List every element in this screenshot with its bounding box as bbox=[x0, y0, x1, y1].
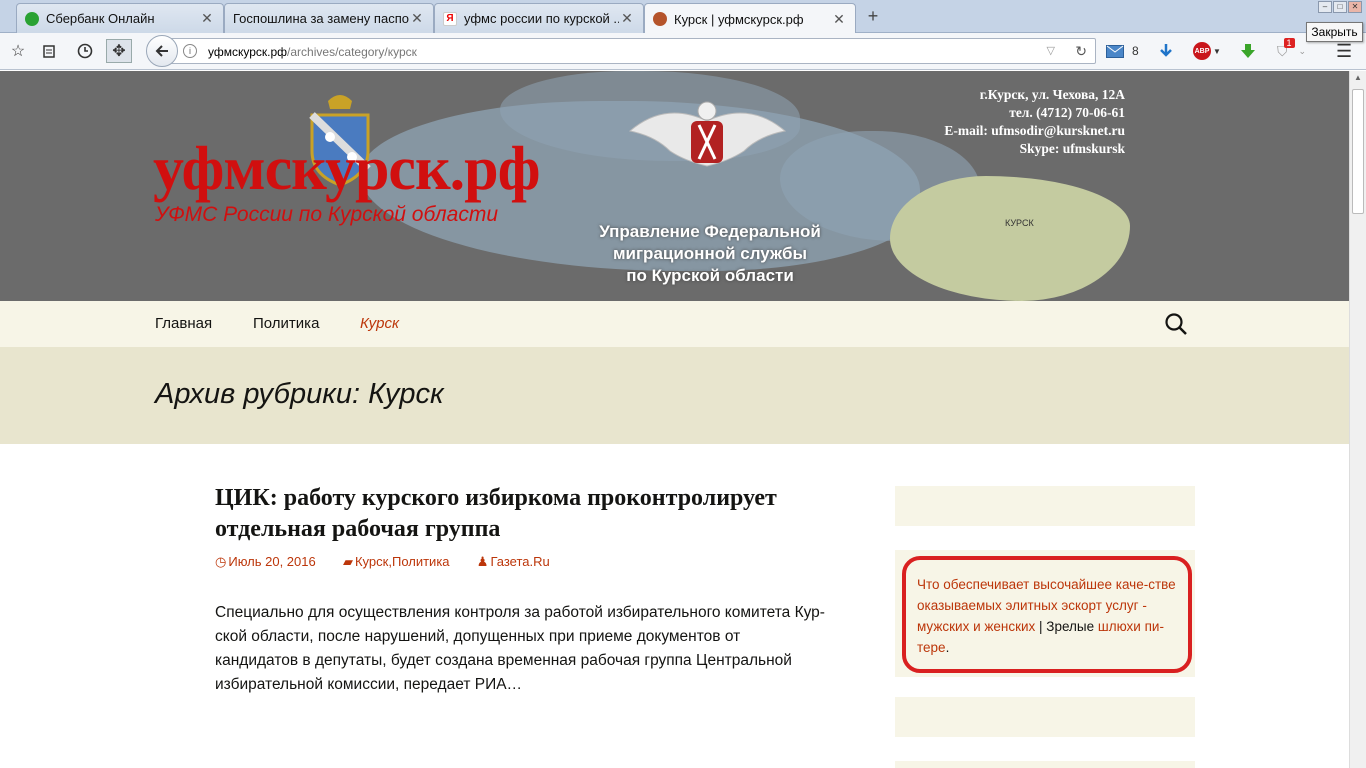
tab-title: Сбербанк Онлайн bbox=[46, 11, 155, 26]
ad-box: Что обеспечивает высочайшее каче-стве ок… bbox=[902, 556, 1192, 673]
close-tab-icon[interactable]: ✕ bbox=[831, 11, 847, 28]
close-window-icon[interactable]: ✕ bbox=[1348, 1, 1362, 13]
reading-list-icon[interactable] bbox=[36, 39, 62, 63]
kursk-region-map: КУРСК bbox=[890, 176, 1130, 301]
nav-item-kursk[interactable]: Курск bbox=[360, 315, 399, 332]
download-arrow-icon bbox=[1160, 44, 1172, 57]
agency-line: Управление Федеральной bbox=[599, 222, 821, 241]
category-link-politics[interactable]: Политика bbox=[392, 554, 450, 569]
download-icon[interactable] bbox=[1158, 40, 1174, 62]
eagle-icon bbox=[653, 12, 667, 26]
history-icon[interactable] bbox=[72, 39, 98, 63]
bookmark-star-icon[interactable]: ☆ bbox=[5, 39, 31, 63]
history-dropdown-icon[interactable]: ▽ bbox=[1047, 44, 1055, 57]
sidebar-widget bbox=[895, 697, 1195, 737]
web-page: КУРСК уфмскурск.рф УФМС России по Курско… bbox=[0, 71, 1349, 768]
adblock-extension[interactable]: ABP ▼ bbox=[1193, 40, 1221, 62]
clipboard-icon bbox=[43, 45, 55, 58]
address-bar[interactable]: i уфмскурск.рф/archives/category/курск ▽… bbox=[162, 38, 1096, 64]
clock-icon: ◷ bbox=[215, 554, 227, 569]
contact-skype: Skype: ufmskursk bbox=[1019, 141, 1125, 156]
chevron-down-icon: ▼ bbox=[1213, 46, 1221, 56]
green-arrow-icon bbox=[1241, 44, 1255, 58]
post-excerpt: Специально для осуществления контроля за… bbox=[215, 604, 825, 693]
post-meta: ◷ Июль 20, 2016 ▰ Курск,Политика ♟ Газета.R… bbox=[215, 554, 550, 570]
map-label: КУРСК bbox=[1005, 218, 1034, 228]
nav-item-home[interactable]: Главная bbox=[155, 315, 212, 332]
agency-name: Управление Федеральной миграционной служ… bbox=[585, 221, 835, 287]
user-icon: ♟ bbox=[476, 554, 489, 569]
menu-hamburger-icon[interactable]: ☰ bbox=[1336, 40, 1352, 62]
tab-yandex[interactable]: Я уфмс россии по курской ... ✕ bbox=[434, 3, 644, 33]
double-headed-eagle-icon bbox=[628, 101, 787, 167]
site-description: УФМС России по Курской области bbox=[155, 203, 499, 226]
close-tab-icon[interactable]: ✕ bbox=[199, 10, 215, 27]
mail-count: 8 bbox=[1132, 44, 1139, 58]
fullscreen-icon[interactable]: ✥ bbox=[106, 39, 132, 63]
tab-gosposhlina[interactable]: Госпошлина за замену паспо... ✕ bbox=[224, 3, 434, 33]
tab-title: уфмс россии по курской ... bbox=[464, 11, 619, 26]
agency-line: по Курской области bbox=[626, 266, 794, 285]
site-info-icon[interactable]: i bbox=[183, 44, 197, 58]
agency-line: миграционной службы bbox=[612, 244, 808, 263]
green-download-icon[interactable] bbox=[1240, 40, 1256, 62]
contact-phone: тел. (4712) 70-06-61 bbox=[1009, 105, 1125, 120]
url-text[interactable]: уфмскурск.рф/archives/category/курск bbox=[208, 45, 417, 59]
main-navigation: Главная Политика Курск bbox=[0, 301, 1349, 347]
sberbank-icon bbox=[25, 11, 39, 26]
clock-icon bbox=[77, 43, 93, 59]
contact-info: г.Курск, ул. Чехова, 12А тел. (4712) 70-… bbox=[870, 86, 1125, 158]
site-title[interactable]: уфмскурск.рф bbox=[153, 137, 541, 201]
tab-sberbank[interactable]: Сбербанк Онлайн ✕ bbox=[16, 3, 224, 33]
post-title-link[interactable]: ЦИК: работу курского избиркома проконтро… bbox=[215, 483, 835, 545]
tab-kursk-active[interactable]: Курск | уфмскурск.рф ✕ bbox=[644, 3, 856, 34]
post-date-link[interactable]: Июль 20, 2016 bbox=[228, 554, 315, 569]
yandex-icon: Я bbox=[443, 11, 457, 26]
archive-title: Архив рубрики: Курск bbox=[155, 378, 444, 410]
mail-extension[interactable]: 8 bbox=[1106, 40, 1139, 62]
ad-separator: | Зрелые bbox=[1035, 619, 1098, 634]
category-link-kursk[interactable]: Курск bbox=[355, 554, 388, 569]
navigation-toolbar: ☆ ✥ i уфмскурск.рф/archives/category/кур… bbox=[0, 33, 1366, 70]
url-path: /archives/category/курск bbox=[287, 45, 417, 59]
minimize-icon[interactable]: – bbox=[1318, 1, 1332, 13]
scrollbar-thumb[interactable] bbox=[1352, 89, 1364, 214]
search-icon[interactable] bbox=[1164, 312, 1188, 336]
nav-item-politics[interactable]: Политика bbox=[253, 315, 319, 332]
tab-title: Курск | уфмскурск.рф bbox=[674, 11, 804, 27]
scroll-up-icon[interactable]: ▲ bbox=[1353, 73, 1363, 82]
page-scrollbar[interactable]: ▲ bbox=[1349, 71, 1366, 768]
sidebar-widget bbox=[895, 486, 1195, 526]
author-link[interactable]: Газета.Ru bbox=[490, 554, 549, 569]
ad-end: . bbox=[945, 640, 950, 655]
contact-address: г.Курск, ул. Чехова, 12А bbox=[979, 87, 1125, 102]
maximize-icon[interactable]: □ bbox=[1333, 1, 1347, 13]
reload-icon[interactable]: ↻ bbox=[1075, 43, 1087, 60]
url-host: уфмскурск.рф bbox=[208, 45, 288, 59]
arrow-left-icon bbox=[155, 45, 168, 57]
chevron-down-icon: ⌄ bbox=[1298, 45, 1307, 56]
site-header[interactable]: КУРСК уфмскурск.рф УФМС России по Курско… bbox=[0, 71, 1349, 301]
tab-title: Госпошлина за замену паспо... bbox=[233, 11, 409, 26]
shield-badge: 1 bbox=[1283, 38, 1295, 48]
back-button[interactable] bbox=[146, 35, 178, 67]
sidebar-widget bbox=[895, 761, 1195, 768]
sidebar-ad-widget: Что обеспечивает высочайшее каче-стве ок… bbox=[895, 550, 1195, 677]
tab-bar: Сбербанк Онлайн ✕ Госпошлина за замену п… bbox=[0, 0, 1366, 34]
folder-icon: ▰ bbox=[342, 554, 353, 569]
close-tooltip: Закрыть bbox=[1306, 22, 1363, 42]
mail-icon bbox=[1106, 44, 1124, 58]
shield-extension[interactable]: ⛉ 1 ⌄ bbox=[1277, 38, 1307, 62]
close-tab-icon[interactable]: ✕ bbox=[619, 10, 635, 27]
adblock-icon: ABP bbox=[1193, 42, 1211, 60]
close-tab-icon[interactable]: ✕ bbox=[409, 10, 425, 27]
new-tab-button[interactable]: + bbox=[862, 5, 884, 27]
archive-header: Архив рубрики: Курск bbox=[0, 347, 1349, 444]
contact-email: E-mail: ufmsodir@kursknet.ru bbox=[944, 123, 1125, 138]
